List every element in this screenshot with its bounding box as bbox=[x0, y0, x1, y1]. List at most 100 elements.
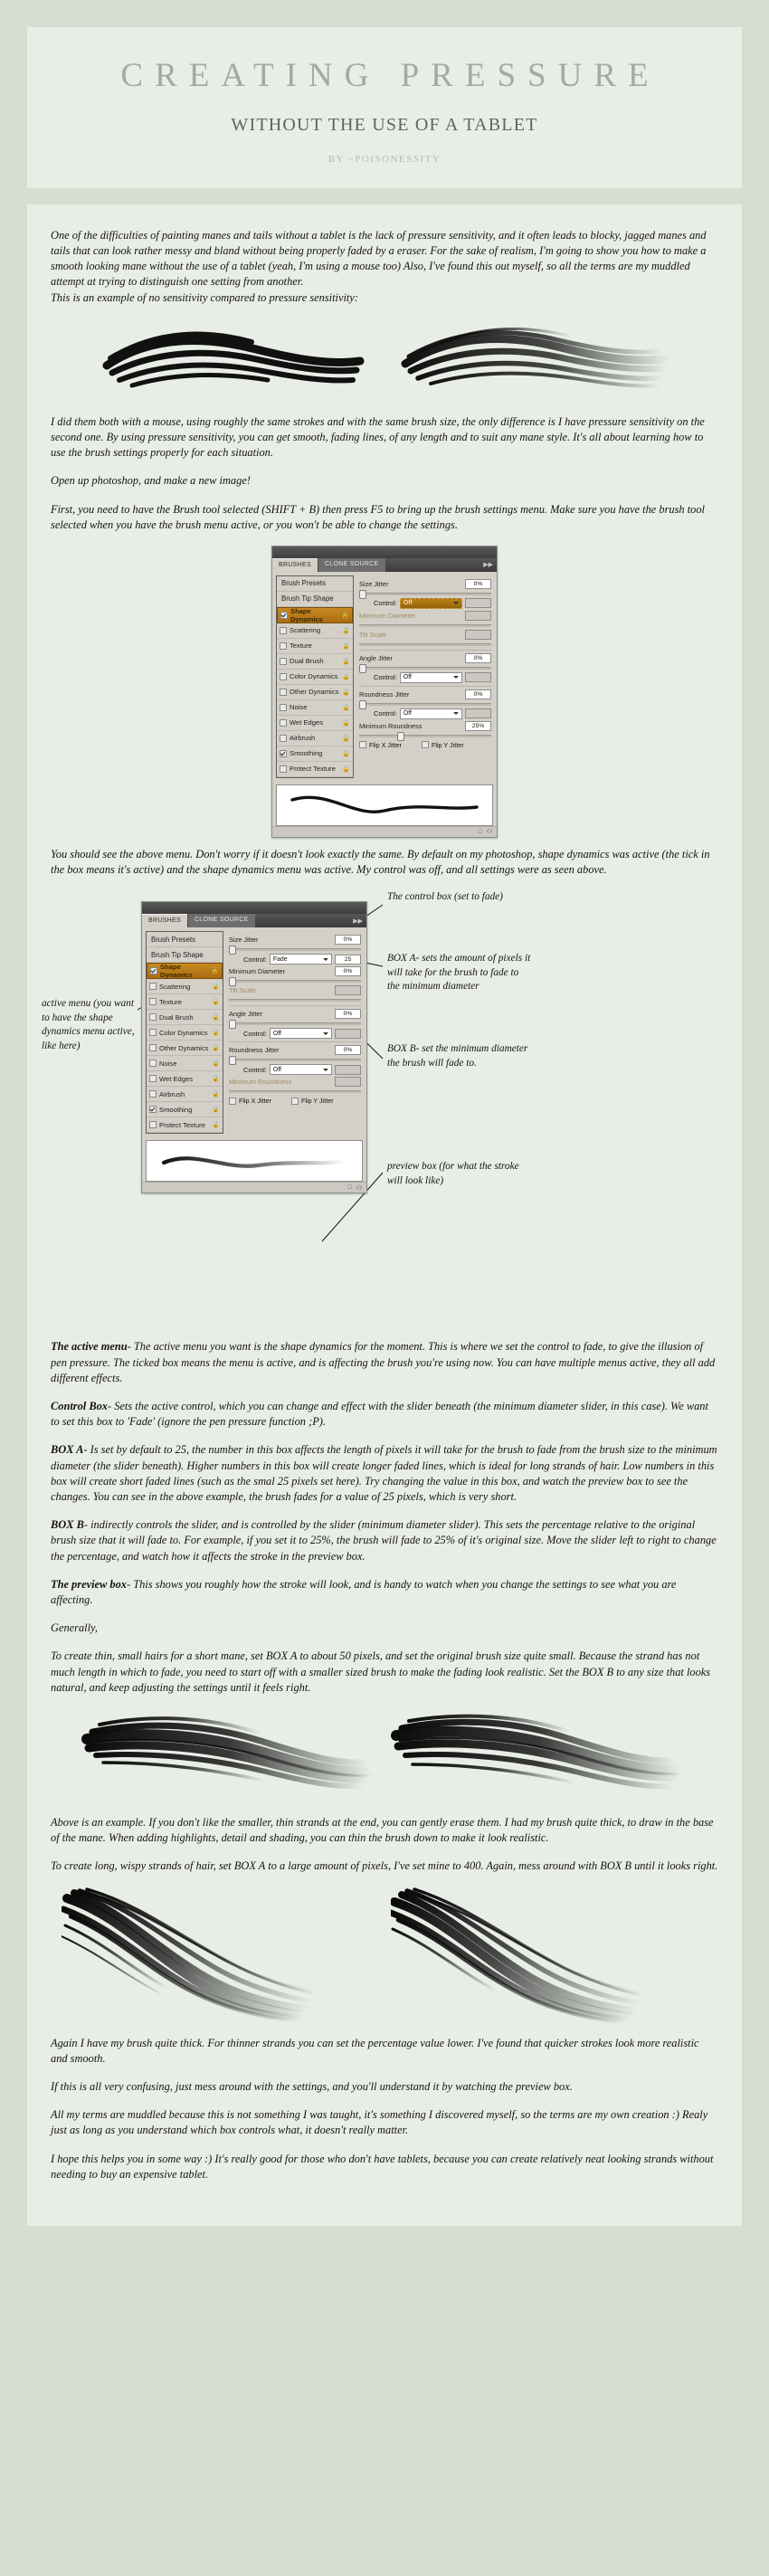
angle-jitter-value[interactable]: 0% bbox=[465, 652, 491, 663]
lock-icon[interactable]: 🔒 bbox=[212, 998, 220, 1005]
lock-icon[interactable]: 🔒 bbox=[212, 1106, 220, 1113]
angle-control-dropdown[interactable]: Off bbox=[269, 1028, 332, 1040]
checkbox-icon[interactable] bbox=[149, 998, 157, 1006]
tab-brushes[interactable]: BRUSHES bbox=[142, 914, 187, 928]
size-jitter-slider[interactable] bbox=[359, 589, 491, 599]
tilt-scale-slider[interactable] bbox=[229, 996, 361, 1003]
angle-jitter-slider[interactable] bbox=[359, 663, 491, 673]
list-item-wet-edges[interactable]: Wet Edges 🔒 bbox=[277, 716, 353, 731]
checkbox-icon[interactable] bbox=[290, 1097, 299, 1105]
size-jitter-value[interactable]: 0% bbox=[465, 578, 491, 589]
checkbox-icon[interactable] bbox=[149, 1121, 157, 1129]
minimum-roundness-value[interactable] bbox=[335, 1077, 361, 1088]
tilt-scale-value[interactable] bbox=[335, 985, 361, 996]
control-dropdown[interactable]: Fade bbox=[269, 954, 332, 965]
lock-icon[interactable]: 🔒 bbox=[212, 1029, 220, 1036]
roundness-jitter-slider[interactable] bbox=[359, 699, 491, 709]
checkbox-icon[interactable] bbox=[280, 765, 287, 773]
panel-titlebar[interactable] bbox=[142, 902, 366, 915]
checkbox-icon[interactable] bbox=[149, 983, 157, 991]
list-item-smoothing[interactable]: Smoothing 🔒 bbox=[147, 1102, 223, 1118]
panel-tab-controls[interactable]: ▶▶ bbox=[479, 558, 497, 572]
checkbox-icon[interactable] bbox=[149, 1090, 157, 1098]
checkbox-icon[interactable] bbox=[280, 749, 287, 757]
lock-icon[interactable]: 🔒 bbox=[342, 689, 350, 696]
list-item-noise[interactable]: Noise 🔒 bbox=[277, 700, 353, 716]
slider-knob[interactable] bbox=[229, 1056, 236, 1066]
flip-y-jitter[interactable]: Flip Y Jitter bbox=[290, 1097, 334, 1105]
lock-icon[interactable]: 🔒 bbox=[342, 704, 350, 711]
slider-knob[interactable] bbox=[229, 977, 236, 987]
slider-knob[interactable] bbox=[229, 1020, 236, 1030]
checkbox-icon[interactable] bbox=[280, 642, 287, 650]
panel-tab-controls[interactable]: ▶▶ bbox=[349, 914, 366, 927]
tab-clone-source[interactable]: CLONE SOURCE bbox=[318, 557, 385, 572]
roundness-control-dropdown[interactable]: Off bbox=[399, 708, 462, 719]
list-item-dual-brush[interactable]: Dual Brush 🔒 bbox=[277, 654, 353, 670]
new-brush-icon[interactable]: □ bbox=[478, 829, 481, 835]
minimum-roundness-slider[interactable] bbox=[359, 731, 491, 741]
lock-icon[interactable]: 🔒 bbox=[342, 673, 350, 680]
angle-control-dropdown[interactable]: Off bbox=[399, 671, 462, 683]
roundness-extra-value[interactable] bbox=[335, 1064, 361, 1075]
checkbox-icon[interactable] bbox=[149, 1013, 157, 1022]
angle-extra-value[interactable] bbox=[465, 672, 491, 683]
checkbox-icon[interactable] bbox=[149, 1106, 157, 1114]
checkbox-icon[interactable] bbox=[150, 967, 157, 975]
list-item-smoothing[interactable]: Smoothing 🔒 bbox=[277, 746, 353, 762]
list-item-protect-texture[interactable]: Protect Texture 🔒 bbox=[277, 762, 353, 777]
lock-icon[interactable]: 🔒 bbox=[212, 1075, 220, 1082]
list-item-brush-presets[interactable]: Brush Presets bbox=[147, 932, 223, 948]
flip-x-jitter[interactable]: Flip X Jitter bbox=[229, 1097, 271, 1105]
collapse-icon[interactable]: ▶▶ bbox=[353, 917, 363, 925]
lock-icon[interactable]: 🔒 bbox=[342, 627, 350, 634]
checkbox-icon[interactable] bbox=[229, 1097, 236, 1105]
fade-steps-value[interactable] bbox=[465, 598, 491, 609]
brushes-panel-default[interactable]: BRUSHES CLONE SOURCE ▶▶ Brush Presets Br… bbox=[271, 545, 498, 838]
list-item-other-dynamics[interactable]: Other Dynamics 🔒 bbox=[277, 685, 353, 700]
list-item-texture[interactable]: Texture 🔒 bbox=[147, 994, 223, 1011]
list-item-shape-dynamics[interactable]: Shape Dynamics 🔒 bbox=[147, 963, 223, 980]
roundness-extra-value[interactable] bbox=[465, 708, 491, 719]
roundness-jitter-value[interactable]: 0% bbox=[335, 1045, 361, 1056]
new-brush-icon[interactable]: □ bbox=[347, 1184, 351, 1191]
roundness-jitter-slider[interactable] bbox=[229, 1056, 361, 1066]
minimum-diameter-value[interactable] bbox=[465, 610, 491, 621]
minimum-diameter-slider[interactable] bbox=[359, 622, 491, 628]
list-item-texture[interactable]: Texture 🔒 bbox=[277, 639, 353, 654]
checkbox-icon[interactable] bbox=[280, 626, 287, 634]
checkbox-icon[interactable] bbox=[149, 1060, 157, 1068]
lock-icon[interactable]: 🔒 bbox=[212, 1044, 220, 1051]
minimum-roundness-slider[interactable] bbox=[229, 1088, 361, 1094]
slider-knob[interactable] bbox=[397, 731, 404, 741]
lock-icon[interactable]: 🔒 bbox=[342, 719, 350, 727]
size-jitter-slider[interactable] bbox=[229, 946, 361, 955]
list-item-protect-texture[interactable]: Protect Texture 🔒 bbox=[147, 1117, 223, 1134]
lock-icon[interactable]: 🔒 bbox=[212, 1090, 220, 1098]
tab-brushes[interactable]: BRUSHES bbox=[272, 557, 318, 572]
flip-y-jitter[interactable]: Flip Y Jitter bbox=[421, 741, 464, 749]
control-dropdown[interactable]: Off bbox=[399, 597, 462, 609]
slider-knob[interactable] bbox=[359, 699, 366, 709]
checkbox-icon[interactable] bbox=[280, 703, 287, 711]
list-item-airbrush[interactable]: Airbrush 🔒 bbox=[277, 731, 353, 746]
slider-knob[interactable] bbox=[359, 663, 366, 673]
lock-icon[interactable]: 🔒 bbox=[342, 658, 350, 665]
angle-extra-value[interactable] bbox=[335, 1028, 361, 1039]
lock-icon[interactable]: 🔒 bbox=[342, 735, 350, 742]
lock-icon[interactable]: 🔒 bbox=[342, 642, 350, 650]
checkbox-icon[interactable] bbox=[280, 734, 287, 742]
checkbox-icon[interactable] bbox=[149, 1029, 157, 1037]
lock-icon[interactable]: 🔒 bbox=[342, 750, 350, 757]
list-item-scattering[interactable]: Scattering 🔒 bbox=[277, 623, 353, 639]
box-b-minimum-diameter[interactable]: 0% bbox=[335, 966, 361, 977]
lock-icon[interactable]: 🔒 bbox=[212, 983, 220, 990]
lock-icon[interactable]: 🔒 bbox=[212, 1121, 220, 1128]
list-item-other-dynamics[interactable]: Other Dynamics 🔒 bbox=[147, 1041, 223, 1057]
collapse-icon[interactable]: ▶▶ bbox=[483, 561, 493, 568]
tilt-scale-slider[interactable] bbox=[359, 641, 491, 647]
list-item-brush-presets[interactable]: Brush Presets bbox=[277, 576, 353, 592]
list-item-brush-tip-shape[interactable]: Brush Tip Shape bbox=[147, 947, 223, 964]
checkbox-icon[interactable] bbox=[280, 657, 287, 665]
tilt-scale-value[interactable] bbox=[465, 629, 491, 640]
